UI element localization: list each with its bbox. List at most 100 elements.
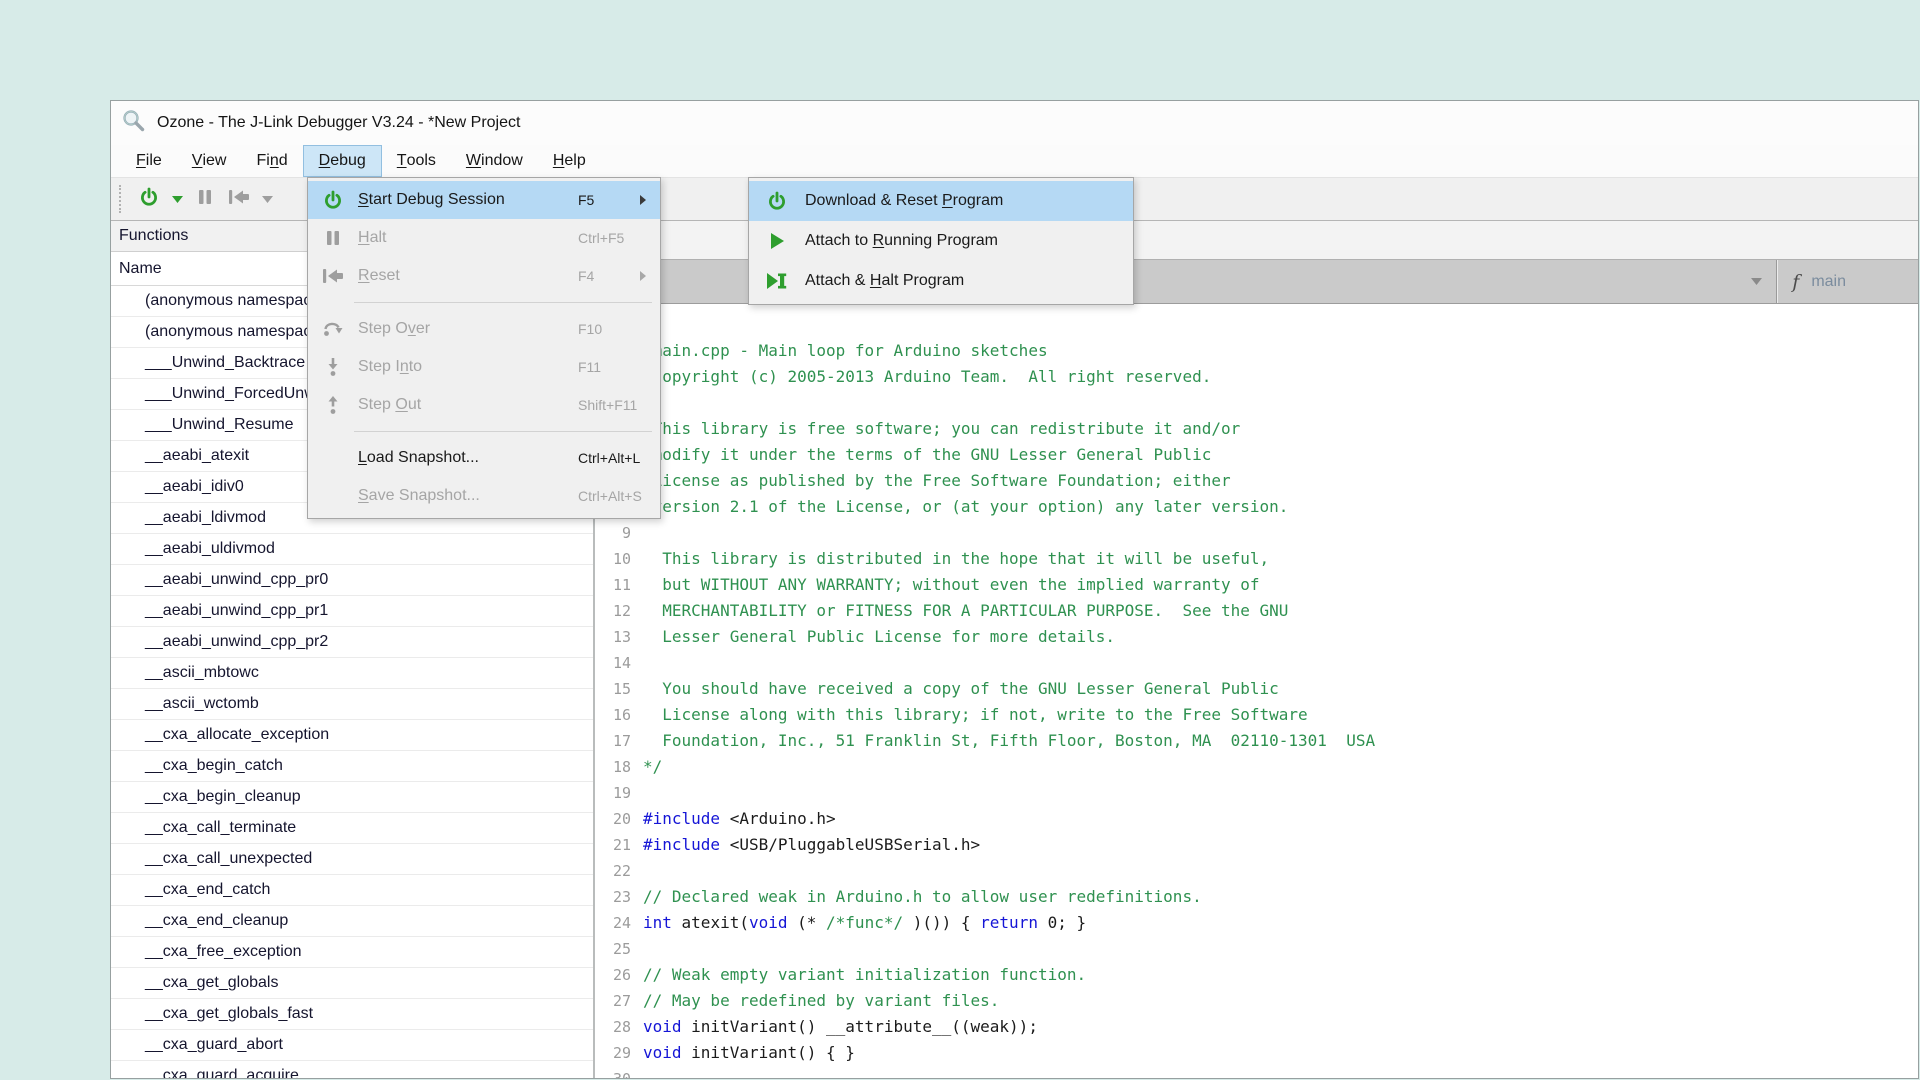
function-row[interactable]: __cxa_guard_acquire [111,1061,593,1079]
chevron-down-icon[interactable] [1751,278,1762,285]
line-number[interactable]: 10 [595,546,631,572]
menu-item-shortcut: Ctrl+Alt+S [578,488,640,504]
function-row[interactable]: __cxa_allocate_exception [111,720,593,751]
menubar-item-file[interactable]: File [121,145,177,177]
line-number[interactable]: 24 [595,910,631,936]
window-title: Ozone - The J-Link Debugger V3.24 - *New… [157,114,520,132]
code-text: // Weak empty variant initialization fun… [643,962,1086,988]
pause-icon [308,229,358,247]
code-text: #include <Arduino.h> [643,806,836,832]
menu-item-shortcut: Ctrl+Alt+L [578,450,640,466]
menu-item-shortcut: F5 [578,192,640,208]
reset-icon [227,188,251,211]
play-halt-icon [749,271,805,291]
current-function-selector[interactable]: main [1811,273,1846,291]
line-number[interactable]: 9 [595,520,631,546]
function-row[interactable]: __cxa_begin_cleanup [111,782,593,813]
line-number[interactable]: 26 [595,962,631,988]
function-row[interactable]: __aeabi_uldivmod [111,534,593,565]
line-number[interactable]: 23 [595,884,631,910]
function-row[interactable]: __aeabi_unwind_cpp_pr0 [111,565,593,596]
submenu-item-label: Attach & Halt Program [805,272,1133,290]
reset-button-dropdown[interactable] [260,184,274,214]
code-text: int atexit(void (* /*func*/ )()) { retur… [643,910,1086,936]
menu-item-step-into[interactable]: Step IntoF11 [308,348,660,386]
start-debug-button[interactable] [136,184,162,214]
line-number[interactable]: 20 [595,806,631,832]
function-row[interactable]: __cxa_call_unexpected [111,844,593,875]
code-text: You should have received a copy of the G… [643,676,1279,702]
menubar-item-tools[interactable]: Tools [382,145,451,177]
menu-item-label: Halt [358,229,578,247]
menu-item-label: Step Over [358,320,578,338]
function-row[interactable]: __cxa_end_cleanup [111,906,593,937]
code-text: #include <USB/PluggableUSBSerial.h> [643,832,980,858]
line-number[interactable]: 28 [595,1014,631,1040]
line-number[interactable]: 13 [595,624,631,650]
function-row[interactable]: __cxa_guard_abort [111,1030,593,1061]
code-line: 21 #include <USB/PluggableUSBSerial.h> [595,832,1918,858]
pause-icon [196,188,214,211]
line-number[interactable]: 17 [595,728,631,754]
line-number[interactable]: 25 [595,936,631,962]
code-text: License along with this library; if not,… [643,702,1308,728]
reset-button[interactable] [226,184,252,214]
toolbar-drag-handle[interactable] [119,185,124,213]
submenu-item-attach-to-running-program[interactable]: Attach to Running Program [749,221,1133,261]
function-row[interactable]: __cxa_end_catch [111,875,593,906]
function-symbol-icon: f [1792,271,1799,293]
line-number[interactable]: 19 [595,780,631,806]
menu-item-save-snapshot[interactable]: Save Snapshot...Ctrl+Alt+S [308,477,660,515]
code-text: MERCHANTABILITY or FITNESS FOR A PARTICU… [643,598,1288,624]
menu-item-step-over[interactable]: Step OverF10 [308,310,660,348]
function-row[interactable]: __aeabi_unwind_cpp_pr1 [111,596,593,627]
code-line: 27// May be redefined by variant files. [595,988,1918,1014]
start-debug-session-submenu: Download & Reset ProgramAttach to Runnin… [748,177,1134,305]
code-text: */ [643,754,662,780]
line-number[interactable]: 27 [595,988,631,1014]
function-row[interactable]: __aeabi_unwind_cpp_pr2 [111,627,593,658]
function-row[interactable]: __cxa_free_exception [111,937,593,968]
step-into-icon [308,356,358,378]
function-row[interactable]: __ascii_wctomb [111,689,593,720]
menubar-item-help[interactable]: Help [538,145,601,177]
menubar-item-find[interactable]: Find [241,145,302,177]
line-number[interactable]: 12 [595,598,631,624]
line-number[interactable]: 21 [595,832,631,858]
function-row[interactable]: __ascii_mbtowc [111,658,593,689]
line-number[interactable]: 30 [595,1066,631,1079]
menu-item-reset[interactable]: ResetF4 [308,257,660,295]
code-line: 28void initVariant() __attribute__((weak… [595,1014,1918,1040]
line-number[interactable]: 16 [595,702,631,728]
chevron-down-icon [172,190,183,208]
line-number[interactable]: 18 [595,754,631,780]
menu-item-label: Step Out [358,396,578,414]
submenu-item-attach-halt-program[interactable]: Attach & Halt Program [749,261,1133,301]
play-icon [749,231,805,251]
line-number[interactable]: 14 [595,650,631,676]
function-row[interactable]: __cxa_get_globals_fast [111,999,593,1030]
halt-button[interactable] [192,184,218,214]
line-number[interactable]: 29 [595,1040,631,1066]
reset-icon [308,267,358,285]
menu-item-load-snapshot[interactable]: Load Snapshot...Ctrl+Alt+L [308,439,660,477]
menubar-item-view[interactable]: View [177,145,242,177]
function-row[interactable]: __cxa_get_globals [111,968,593,999]
submenu-arrow-icon [640,271,660,281]
menu-item-shortcut: F4 [578,268,640,284]
submenu-item-download-reset-program[interactable]: Download & Reset Program [749,181,1133,221]
code-line: 18 */ [595,754,1918,780]
power-icon [138,186,160,213]
function-row[interactable]: __cxa_call_terminate [111,813,593,844]
line-number[interactable]: 11 [595,572,631,598]
start-debug-button-dropdown[interactable] [170,184,184,214]
menu-item-halt[interactable]: HaltCtrl+F5 [308,219,660,257]
menu-item-step-out[interactable]: Step OutShift+F11 [308,386,660,424]
menubar-item-window[interactable]: Window [451,145,538,177]
menu-item-start-debug-session[interactable]: Start Debug SessionF5 [308,181,660,219]
menu-item-label: Load Snapshot... [358,449,578,467]
line-number[interactable]: 15 [595,676,631,702]
menubar-item-debug[interactable]: Debug [303,145,382,177]
line-number[interactable]: 22 [595,858,631,884]
function-row[interactable]: __cxa_begin_catch [111,751,593,782]
